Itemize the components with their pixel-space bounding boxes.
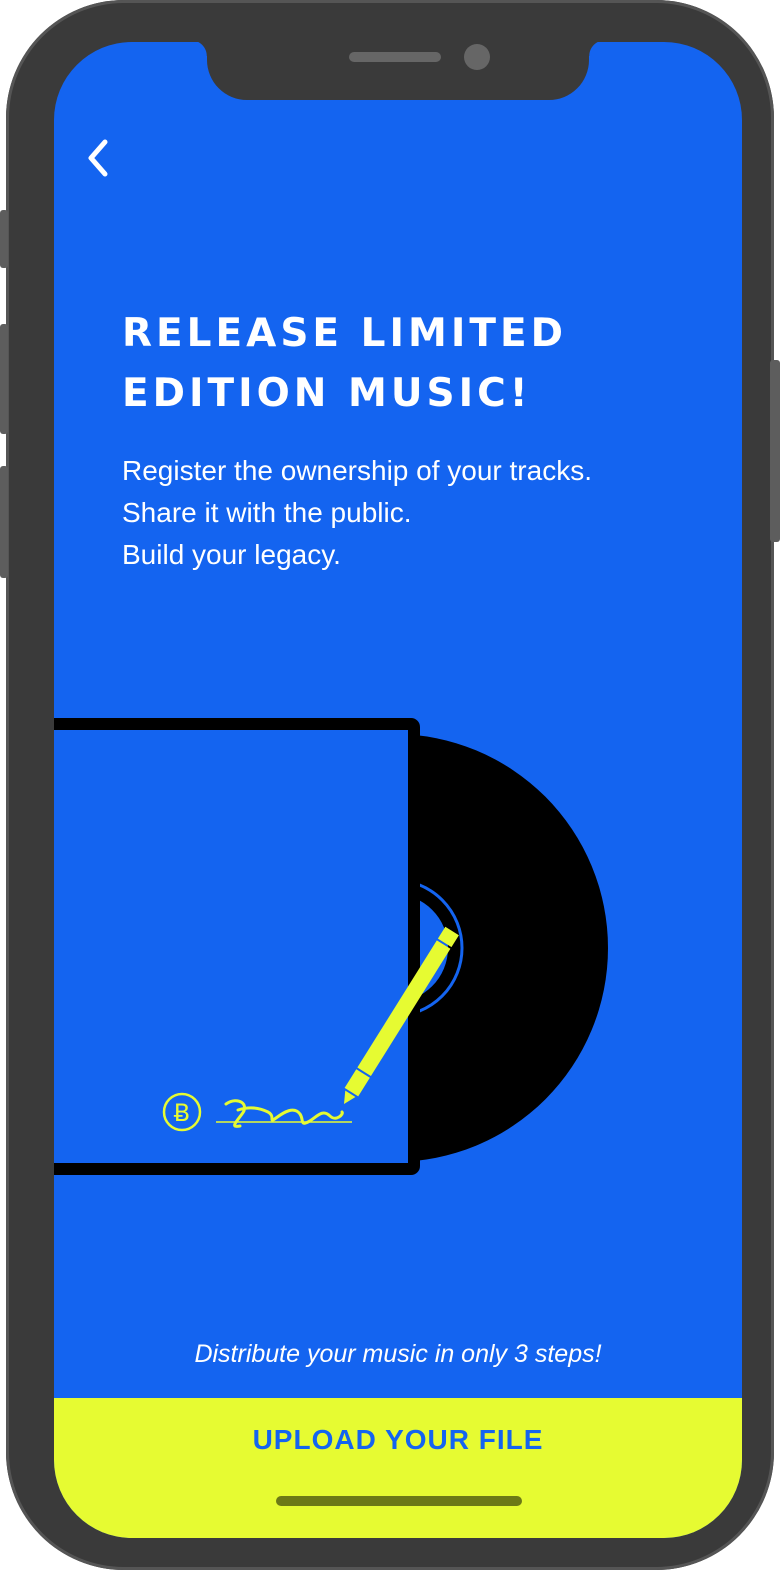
screen: RELEASE LIMITED EDITION MUSIC! Register … — [54, 42, 742, 1538]
chevron-left-icon — [88, 139, 108, 177]
back-button[interactable] — [78, 134, 118, 182]
page-title: RELEASE LIMITED EDITION MUSIC! — [122, 304, 702, 424]
home-indicator[interactable] — [276, 1496, 522, 1506]
title-line: RELEASE LIMITED — [122, 311, 567, 356]
coin-symbol: Ƀ — [174, 1099, 190, 1127]
description-line: Register the ownership of your tracks. — [122, 455, 592, 486]
front-camera — [464, 44, 490, 70]
description-line: Share it with the public. — [122, 497, 412, 528]
power-button — [770, 360, 780, 542]
notch — [191, 42, 605, 100]
speaker-grille — [349, 52, 441, 62]
tagline: Distribute your music in only 3 steps! — [194, 1340, 602, 1368]
phone-frame: RELEASE LIMITED EDITION MUSIC! Register … — [0, 0, 780, 1570]
upload-button-label: UPLOAD YOUR FILE — [252, 1424, 544, 1455]
description: Register the ownership of your tracks. S… — [122, 450, 722, 576]
volume-up-button — [0, 324, 8, 434]
description-line: Build your legacy. — [122, 539, 341, 570]
volume-down-button — [0, 466, 8, 578]
upload-file-button[interactable]: UPLOAD YOUR FILE — [54, 1398, 742, 1538]
vinyl-illustration: Ƀ — [54, 712, 742, 1182]
album-sleeve-icon — [54, 718, 420, 1175]
mute-switch — [0, 210, 8, 268]
title-line: EDITION MUSIC! — [122, 371, 532, 416]
